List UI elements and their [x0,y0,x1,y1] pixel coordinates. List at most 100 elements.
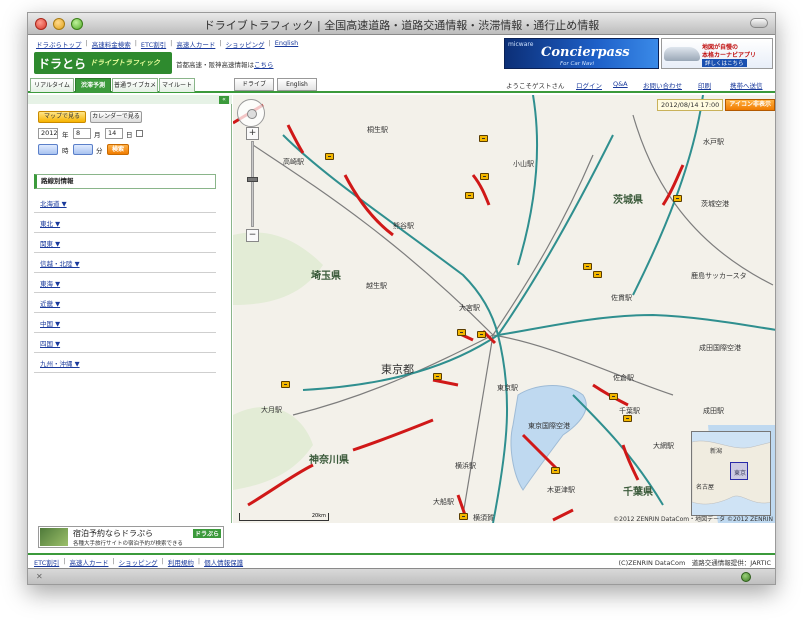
footer-links: ETC割引 | 高速人カード | ショッピング | 利用規約 | 個人情報保護 [34,557,243,567]
map-label: 鹿島サッカースタ [691,272,747,280]
day-label: 日 [126,131,133,139]
footer-link-card[interactable]: 高速人カード [69,557,108,567]
ic-marker-icon[interactable] [583,263,592,270]
region-tohoku[interactable]: 東北 ▼ [34,215,216,233]
minute-stepper[interactable] [73,144,93,155]
hour-stepper[interactable] [38,144,58,155]
region-kyushu-okinawa[interactable]: 九州・沖縄 ▼ [34,355,216,373]
ic-marker-icon[interactable] [479,135,488,142]
contact-link[interactable]: お問い合わせ [643,80,682,90]
toplink-card[interactable]: 高速人カード [176,39,215,49]
region-shinetsu-hokuriku[interactable]: 信越・北陸 ▼ [34,255,216,273]
footer-link-privacy[interactable]: 個人情報保護 [204,557,243,567]
view-on-calendar-button[interactable]: カレンダーで見る [90,111,142,123]
zoom-out-button[interactable]: − [246,229,259,242]
region-label: 信越・北陸 ▼ [40,260,80,268]
toplink-fare-search[interactable]: 高速料金検索 [92,39,131,49]
tab-my-route[interactable]: マイルート [159,78,195,92]
ic-marker-icon[interactable] [551,467,560,474]
map-label: 木更津駅 [547,486,575,494]
map-label: 大宮駅 [459,304,480,312]
railway-line [462,334,494,516]
english-mode-button[interactable]: English [277,78,317,91]
day-field[interactable]: 14 [105,128,123,139]
map-label: 成田駅 [703,407,724,415]
separator: | [219,39,222,47]
ic-marker-icon[interactable] [673,195,682,202]
ic-marker-icon[interactable] [609,393,618,400]
region-chugoku[interactable]: 中国 ▼ [34,315,216,333]
ic-marker-icon[interactable] [477,331,486,338]
hotel-booking-banner[interactable]: 宿泊予約ならドラぷら 各種大手旅行サイトの宿泊予約が検索できる ドラぷら [38,526,224,548]
map-label: 成田国際空港 [699,344,741,352]
footer-link-shopping[interactable]: ショッピング [119,557,158,567]
ic-marker-icon[interactable] [459,513,468,520]
ic-marker-icon[interactable] [433,373,442,380]
zoom-slider-rail[interactable] [251,141,254,227]
car-image [664,47,700,61]
tab-congestion-forecast[interactable]: 渋滞予測 [75,78,111,92]
login-link[interactable]: ログイン [576,80,602,90]
map-pan-control[interactable] [237,99,265,127]
map-datetime-bar: 2012/08/14 17:00 アイコン非表示 [657,99,775,111]
toolbar-toggle-button[interactable] [750,18,768,28]
separator: | [197,557,201,565]
navi-app-ad-banner[interactable]: 地図が自慢の 本格カーナビアプリ 詳しくはこちら [661,38,773,69]
ic-marker-icon[interactable] [593,271,602,278]
traffic-map[interactable]: + − 2012/08/14 17:00 アイコン非表示 桐生駅 水戸駅 高崎駅… [233,95,775,523]
minimap-viewport[interactable] [730,462,748,480]
tab-realtime[interactable]: リアルタイム [30,78,74,92]
hills-area [233,406,313,490]
tokyo-bay [510,385,587,491]
ic-marker-icon[interactable] [623,415,632,422]
month-field[interactable]: 8 [73,128,91,139]
region-kinki[interactable]: 近畿 ▼ [34,295,216,313]
region-shikoku[interactable]: 四国 ▼ [34,335,216,353]
footer: ETC割引 | 高速人カード | ショッピング | 利用規約 | 個人情報保護 (C)Z… [28,553,775,567]
footer-link-etc[interactable]: ETC割引 [34,557,59,567]
map-scale-bar: 20km [239,513,329,521]
overview-minimap[interactable]: 新潟 名古屋 東京 [691,431,771,516]
browser-window: ドライブトラフィック | 全国高速道路・道路交通情報・渋滞情報・通行止め情報 ド… [27,12,776,585]
calendar-icon[interactable] [136,130,143,137]
ic-marker-icon[interactable] [465,192,474,199]
toplink-drapura-top[interactable]: ドラぷらトップ [36,39,82,49]
search-button[interactable]: 検索 [107,144,129,155]
status-indicator-icon[interactable] [741,572,751,582]
shutoku-notice: 首都高速・阪神高速情報はこちら [176,59,274,69]
footer-link-terms[interactable]: 利用規約 [168,557,194,567]
ad-title: Concierpass [541,45,630,60]
logo-main: ドラとら [38,56,87,71]
site-logo[interactable]: ドラとら ドライブトラフィック [34,52,172,74]
qa-link[interactable]: Q&A [613,80,628,88]
region-kanto[interactable]: 関東 ▼ [34,235,216,253]
ic-marker-icon[interactable] [457,329,466,336]
collapse-sidebar-icon[interactable]: « [219,96,229,104]
separator: | [85,39,88,47]
toplink-etc-discount[interactable]: ETC割引 [141,39,166,49]
map-label: 東京駅 [497,384,518,392]
drive-mode-button[interactable]: ドライブ [234,78,274,91]
tab-live-camera[interactable]: 普通ライブカメラ [112,78,158,102]
ic-marker-icon[interactable] [325,153,334,160]
view-on-map-button[interactable]: マップで見る [38,111,86,123]
map-label: 横浜駅 [455,462,476,470]
zoom-in-button[interactable]: + [246,127,259,140]
print-link[interactable]: 印刷 [698,80,711,90]
map-label: 茨城空港 [701,200,729,208]
close-statusbar-icon[interactable]: ✕ [36,572,43,581]
region-hokkaido[interactable]: 北海道 ▼ [34,195,216,213]
toplink-shopping[interactable]: ショッピング [226,39,265,49]
ic-marker-icon[interactable] [480,173,489,180]
ad-brand: micware [508,41,534,48]
scale-label: 20km [311,513,326,519]
shutoku-link[interactable]: こちら [254,61,274,69]
region-tokai[interactable]: 東海 ▼ [34,275,216,293]
year-field[interactable]: 2012 [38,128,58,139]
zoom-slider-knob[interactable] [247,177,258,182]
send-to-mobile-link[interactable]: 携帯へ送信 [730,80,763,90]
hide-icons-button[interactable]: アイコン非表示 [725,99,775,111]
concierpass-ad-banner[interactable]: micware Concierpass For Car Navi [504,38,659,69]
ic-marker-icon[interactable] [281,381,290,388]
toplink-english[interactable]: English [275,39,298,49]
